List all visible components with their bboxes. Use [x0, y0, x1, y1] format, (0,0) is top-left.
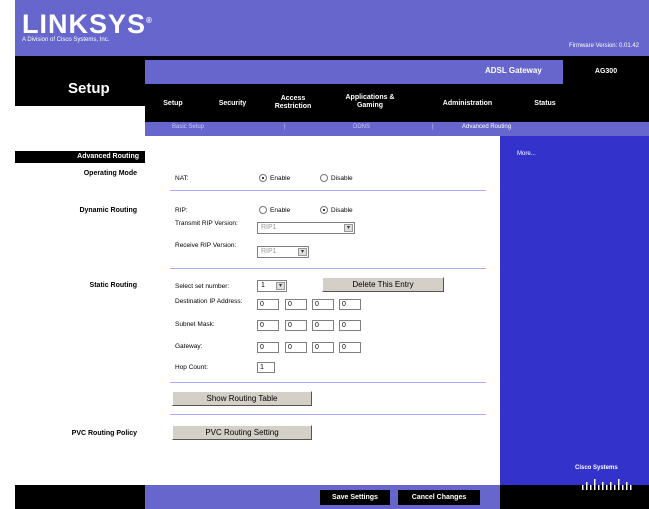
- nat-disable-radio[interactable]: [320, 174, 328, 182]
- chevron-down-icon: ▾: [276, 282, 285, 290]
- cisco-bridge-icon: [582, 479, 632, 490]
- delete-entry-button[interactable]: Delete This Entry: [322, 277, 444, 292]
- subnet-octet-3[interactable]: 0: [312, 320, 334, 331]
- destination-ip-label: Destination IP Address:: [175, 298, 243, 305]
- dest-ip-octet-4[interactable]: 0: [339, 299, 361, 310]
- linksys-logo: LINKSYS®: [22, 9, 153, 40]
- subnet-mask-label: Subnet Mask:: [175, 321, 215, 328]
- logo-subtitle: A Division of Cisco Systems, Inc.: [22, 37, 110, 43]
- section-pvc-routing-policy: PVC Routing Policy: [71, 430, 137, 437]
- section-operating-mode: Operating Mode: [83, 170, 137, 177]
- cancel-changes-button[interactable]: Cancel Changes: [398, 490, 480, 505]
- nat-disable-label: Disable: [331, 175, 353, 182]
- receive-rip-label: Receive RIP Version:: [175, 242, 237, 249]
- divider: [170, 268, 486, 269]
- subtab-separator: |: [432, 124, 434, 130]
- transmit-rip-label: Transmit RIP Version:: [175, 220, 238, 227]
- tab-administration[interactable]: Administration: [430, 100, 505, 108]
- divider: [170, 414, 486, 415]
- dest-ip-octet-1[interactable]: 0: [257, 299, 279, 310]
- cisco-systems-logo: Cisco Systems: [575, 465, 618, 471]
- subtab-separator: |: [284, 124, 286, 130]
- rip-enable-radio[interactable]: [259, 206, 267, 214]
- divider: [170, 190, 486, 191]
- gateway-octet-4[interactable]: 0: [339, 342, 361, 353]
- tab-access-restriction[interactable]: Access Restriction: [268, 95, 318, 111]
- gateway-octet-3[interactable]: 0: [312, 342, 334, 353]
- subnet-octet-2[interactable]: 0: [285, 320, 307, 331]
- subtab-basic-setup[interactable]: Basic Setup: [172, 124, 204, 130]
- tab-status[interactable]: Status: [525, 100, 565, 108]
- page-title: Setup: [68, 80, 110, 97]
- sidebar: [15, 136, 145, 509]
- chevron-down-icon: ▾: [344, 224, 353, 232]
- gateway-label: Gateway:: [175, 343, 203, 350]
- show-routing-table-button[interactable]: Show Routing Table: [172, 391, 312, 406]
- set-number-value: 1: [261, 282, 265, 289]
- logo-trademark-mark: ®: [146, 16, 153, 25]
- product-name: ADSL Gateway: [485, 66, 542, 75]
- hop-count-label: Hop Count:: [175, 364, 208, 371]
- pvc-routing-setting-button[interactable]: PVC Routing Setting: [172, 425, 312, 440]
- subnet-octet-1[interactable]: 0: [257, 320, 279, 331]
- transmit-rip-select[interactable]: RIP1 ▾: [257, 222, 355, 234]
- rip-disable-radio[interactable]: [320, 206, 328, 214]
- logo-text: LINKSYS: [22, 9, 147, 39]
- model-number: AG300: [563, 60, 649, 84]
- nat-enable-label: Enable: [270, 175, 291, 182]
- chevron-down-icon: ▾: [298, 248, 307, 256]
- rip-disable-label: Disable: [331, 207, 353, 214]
- gateway-octet-2[interactable]: 0: [285, 342, 307, 353]
- select-set-label: Select set number:: [175, 283, 230, 290]
- receive-rip-value: RIP1: [261, 248, 277, 255]
- divider: [170, 382, 486, 383]
- sub-tabs: [145, 122, 649, 136]
- gateway-octet-1[interactable]: 0: [257, 342, 279, 353]
- hop-count-input[interactable]: 1: [257, 362, 275, 373]
- help-panel: [500, 136, 649, 485]
- dest-ip-octet-2[interactable]: 0: [285, 299, 307, 310]
- subtab-ddns[interactable]: DDNS: [353, 124, 370, 130]
- router-admin-page: LINKSYS® A Division of Cisco Systems, In…: [0, 0, 649, 509]
- section-static-routing: Static Routing: [89, 282, 137, 289]
- nat-label: NAT:: [175, 175, 189, 182]
- section-dynamic-routing: Dynamic Routing: [79, 207, 137, 214]
- more-link[interactable]: More...: [517, 151, 536, 157]
- tab-setup[interactable]: Setup: [158, 100, 188, 108]
- subtab-advanced-routing[interactable]: Advanced Routing: [462, 124, 511, 130]
- tab-security[interactable]: Security: [210, 100, 255, 108]
- dest-ip-octet-3[interactable]: 0: [312, 299, 334, 310]
- set-number-select[interactable]: 1 ▾: [257, 280, 287, 292]
- tab-applications-gaming[interactable]: Applications & Gaming: [340, 94, 400, 110]
- receive-rip-select[interactable]: RIP1 ▾: [257, 246, 309, 258]
- rip-label: RIP:: [175, 207, 188, 214]
- firmware-version: Firmware Version: 0.01.42: [568, 43, 639, 49]
- save-settings-button[interactable]: Save Settings: [320, 490, 390, 505]
- sidebar-header: Advanced Routing: [15, 151, 145, 163]
- subnet-octet-4[interactable]: 0: [339, 320, 361, 331]
- transmit-rip-value: RIP1: [261, 224, 277, 231]
- nat-enable-radio[interactable]: [259, 174, 267, 182]
- rip-enable-label: Enable: [270, 207, 291, 214]
